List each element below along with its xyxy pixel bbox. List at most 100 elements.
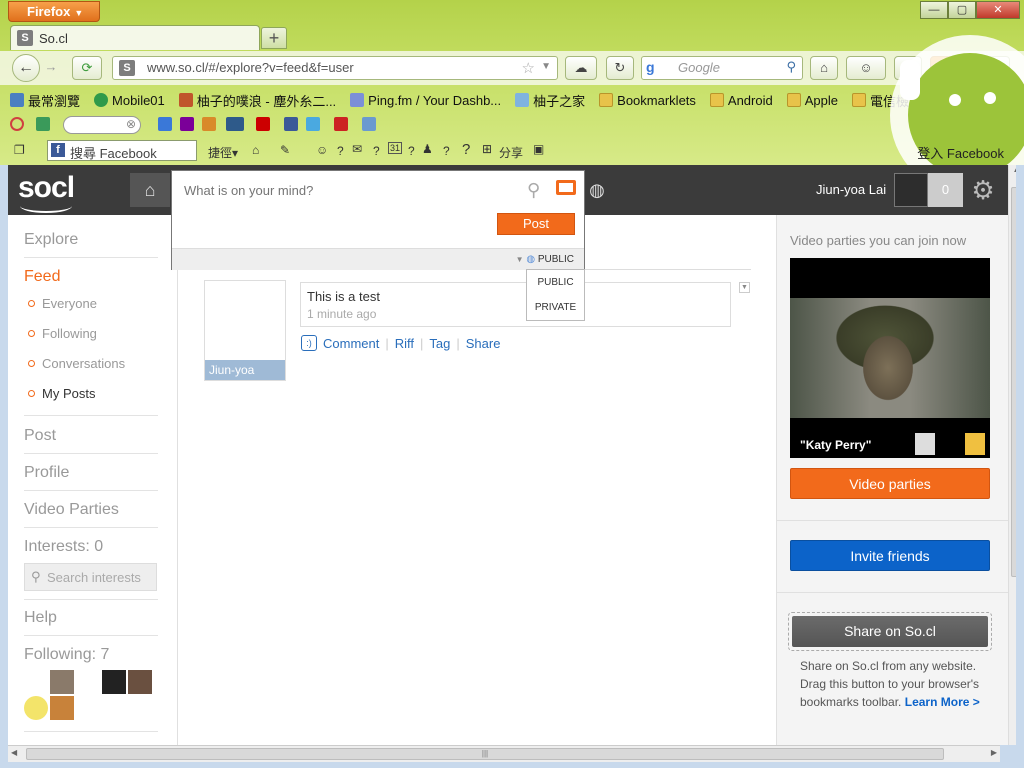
new-tab-button[interactable]: + <box>261 27 287 49</box>
close-window-button[interactable]: ✕ <box>976 1 1020 19</box>
maximize-button[interactable]: ▢ <box>948 1 976 19</box>
globe-icon[interactable]: ◍ <box>584 175 610 205</box>
following-avatar[interactable] <box>102 670 126 694</box>
post-button[interactable]: Post <box>497 213 575 235</box>
bookmark-item[interactable]: 柚子的噗浪 - 塵外糸二... <box>178 91 336 110</box>
share-plus-icon[interactable]: ⊞ <box>482 142 492 156</box>
nav-interests[interactable]: Interests: 0 <box>24 538 158 556</box>
post-author-avatar[interactable]: Jiun-yoa <box>204 280 286 381</box>
following-avatar[interactable] <box>24 696 48 720</box>
privacy-selector[interactable]: ▼ ◍ PUBLIC <box>172 248 584 270</box>
home-icon[interactable]: ⌂ <box>252 143 259 157</box>
yahoo-icon[interactable] <box>180 117 194 131</box>
nav-post[interactable]: Post <box>24 427 158 454</box>
share-label[interactable]: 分享 <box>499 144 523 161</box>
comment-link[interactable]: Comment <box>323 336 379 351</box>
scrollbar-thumb[interactable] <box>1011 187 1016 577</box>
share-on-socl-button[interactable]: Share on So.cl <box>792 616 988 647</box>
avatar[interactable] <box>894 173 928 207</box>
invite-friends-button[interactable]: Invite friends <box>790 540 990 571</box>
toolbar-search-input[interactable]: ⊗ <box>63 116 141 134</box>
interest-search-input[interactable]: ⚲ Search interests <box>24 563 157 591</box>
video-party-thumbnail[interactable]: "Katy Perry" <box>790 258 990 458</box>
stop-icon[interactable] <box>10 117 24 131</box>
nav-feed[interactable]: Feed <box>24 268 158 286</box>
bookmark-folder[interactable]: Android <box>709 93 773 108</box>
nav-feed-everyone[interactable]: Everyone <box>28 296 97 311</box>
facebook-login-link[interactable]: 登入 Facebook <box>917 143 1004 162</box>
nav-feed-following[interactable]: Following <box>28 326 97 341</box>
weather-icon[interactable] <box>362 117 376 131</box>
privacy-option-private[interactable]: PRIVATE <box>527 295 584 320</box>
notification-count[interactable]: 0 <box>928 173 963 207</box>
scrollbar-thumb[interactable]: ||| <box>26 748 944 760</box>
back-button[interactable]: ← <box>12 54 40 82</box>
post-timestamp[interactable]: 1 minute ago <box>307 307 724 321</box>
bookmark-folder[interactable]: Apple <box>786 93 838 108</box>
home-icon[interactable]: ⌂ <box>810 56 838 80</box>
post-options-icon[interactable]: ▼ <box>739 282 750 293</box>
bookmark-item[interactable]: Mobile01 <box>94 93 165 108</box>
scroll-left-icon[interactable]: ◀ <box>11 748 17 757</box>
forward-button[interactable]: → <box>40 56 62 80</box>
nav-explore[interactable]: Explore <box>24 231 158 258</box>
following-avatar[interactable] <box>50 696 74 720</box>
nav-help[interactable]: Help <box>24 609 158 636</box>
vertical-scrollbar[interactable]: ▲ <box>1008 165 1016 745</box>
firefox-menu-button[interactable]: Firefox ▼ <box>8 1 100 22</box>
books-icon[interactable] <box>202 117 216 131</box>
scroll-right-icon[interactable]: ▶ <box>991 748 997 757</box>
horizontal-scrollbar[interactable]: ◀ ||| ▶ <box>8 745 1000 762</box>
bookmark-item[interactable]: 柚子之家 <box>515 91 585 110</box>
privacy-option-public[interactable]: PUBLIC <box>527 270 584 295</box>
messages-icon[interactable]: ✉ <box>352 142 362 156</box>
help-icon[interactable]: ? <box>462 141 470 158</box>
composer-input[interactable] <box>172 171 584 209</box>
facebook-icon[interactable] <box>284 117 298 131</box>
emoticon-icon[interactable]: :) <box>301 335 317 351</box>
learn-more-link[interactable]: Learn More > <box>905 695 980 709</box>
search-icon[interactable]: ⚲ <box>786 59 796 75</box>
pages-icon[interactable]: ❐ <box>14 143 25 157</box>
bookmark-folder[interactable]: Bookmarklets <box>599 93 696 108</box>
minimize-button[interactable]: — <box>920 1 948 19</box>
nav-profile[interactable]: Profile <box>24 464 158 491</box>
feed-icon[interactable]: ✎ <box>280 143 290 157</box>
bookmark-item[interactable]: Ping.fm / Your Dashb... <box>350 93 501 108</box>
home-button[interactable]: ⌂ <box>130 173 170 207</box>
following-avatar[interactable] <box>128 670 152 694</box>
url-dropdown-icon[interactable]: ▼ <box>541 61 551 72</box>
cnn-icon[interactable] <box>256 117 270 131</box>
browser-tab[interactable]: S So.cl <box>10 25 260 50</box>
nav-feed-conversations[interactable]: Conversations <box>28 356 125 371</box>
address-bar[interactable]: S www.so.cl/#/explore?v=feed&f=user ☆ ▼ <box>112 56 558 80</box>
following-avatar[interactable] <box>50 670 74 694</box>
reload-button[interactable]: ↻ <box>606 56 634 80</box>
events-icon[interactable]: 31 <box>388 142 403 154</box>
search-icon[interactable]: ⚲ <box>527 180 540 201</box>
bookmark-star-icon[interactable]: ☆ <box>522 59 535 77</box>
speech-bubble-icon[interactable] <box>556 180 576 195</box>
share-link[interactable]: Share <box>466 336 501 351</box>
youtube-icon[interactable] <box>334 117 348 131</box>
shortcut-menu[interactable]: 捷徑▾ <box>208 144 238 161</box>
clear-icon[interactable]: ⊗ <box>126 117 136 131</box>
bookmark-item[interactable]: 最常瀏覽 <box>10 91 80 110</box>
window-icon[interactable]: ▣ <box>533 142 544 156</box>
twitter-icon[interactable] <box>306 117 320 131</box>
cloud-icon[interactable]: ☁ <box>565 56 597 80</box>
user-name-link[interactable]: Jiun-yoa Lai <box>816 182 886 197</box>
socl-logo[interactable]: socl <box>18 171 75 213</box>
video-parties-button[interactable]: Video parties <box>790 468 990 499</box>
gear-icon[interactable]: ⚙ <box>968 173 998 207</box>
nav-video-parties[interactable]: Video Parties <box>24 501 158 528</box>
google-icon[interactable] <box>158 117 172 131</box>
post-author-name[interactable]: Jiun-yoa <box>205 360 285 380</box>
friends-icon[interactable]: ☺ <box>316 143 328 157</box>
web-search-input[interactable]: g Google ⚲ <box>641 56 803 80</box>
reload-addon-icon[interactable]: ⟳ <box>72 56 102 80</box>
groups-icon[interactable]: ♟ <box>422 142 433 156</box>
share-addon-icon[interactable] <box>36 117 50 131</box>
scroll-up-icon[interactable]: ▲ <box>1009 165 1016 174</box>
tag-link[interactable]: Tag <box>429 336 450 351</box>
